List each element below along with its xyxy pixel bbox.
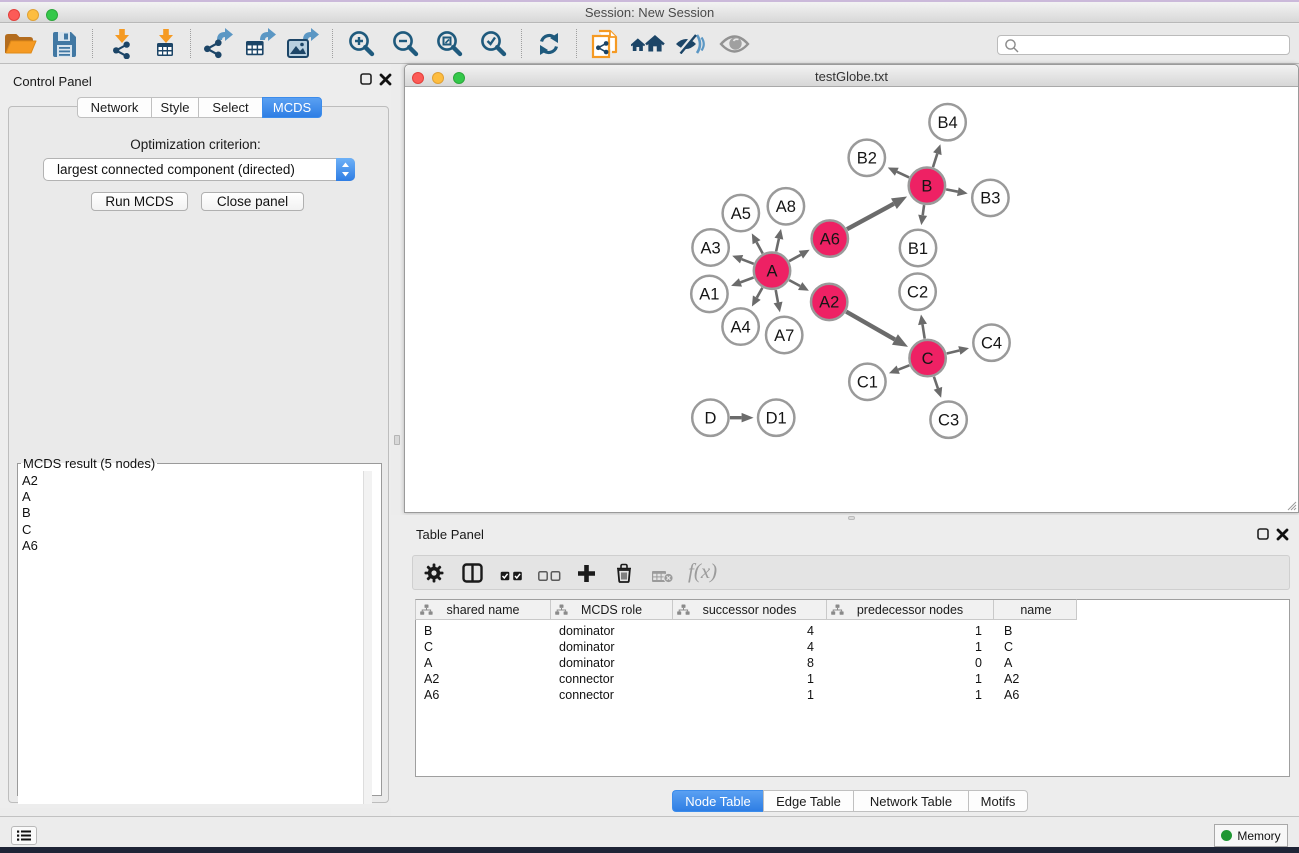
svg-text:C2: C2 [907,284,928,302]
svg-text:B4: B4 [938,114,958,132]
svg-text:C1: C1 [857,374,878,392]
svg-text:C: C [922,350,934,368]
svg-text:D1: D1 [766,410,787,428]
svg-text:A6: A6 [820,230,840,248]
svg-text:A1: A1 [699,286,719,304]
svg-text:A4: A4 [731,318,751,336]
svg-text:A2: A2 [819,294,839,312]
svg-text:C3: C3 [938,412,959,430]
svg-text:B3: B3 [980,190,1000,208]
svg-text:B2: B2 [857,150,877,168]
svg-text:A3: A3 [701,239,721,257]
svg-text:A5: A5 [731,205,751,223]
svg-text:D: D [704,410,716,428]
svg-text:C4: C4 [981,335,1002,353]
svg-text:B1: B1 [908,240,928,258]
svg-text:A8: A8 [776,198,796,216]
svg-text:B: B [921,178,932,196]
svg-text:A: A [766,263,777,281]
svg-text:A7: A7 [774,327,794,345]
